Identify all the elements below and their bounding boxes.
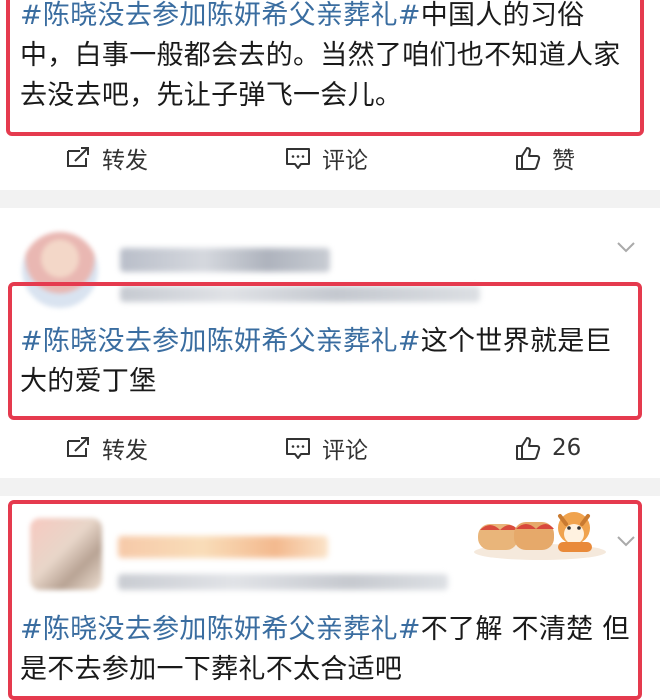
post-3-hashtag[interactable]: #陈晓没去参加陈妍希父亲葬礼# (20, 614, 421, 645)
repost-icon (67, 437, 89, 457)
chevron-down-icon[interactable] (616, 534, 636, 548)
chevron-down-icon[interactable] (616, 240, 636, 254)
post-1-text: #陈晓没去参加陈妍希父亲葬礼#中国人的习俗 中，白事一般都会去的。当然了咱们也不… (20, 0, 621, 111)
feed-divider (0, 478, 660, 496)
like-icon (516, 437, 541, 460)
post-1-hashtag[interactable]: #陈晓没去参加陈妍希父亲葬礼# (20, 0, 421, 31)
comment-icon (286, 438, 310, 459)
post-2-text: #陈晓没去参加陈妍希父亲葬礼#这个世界就是巨 大的爱丁堡 (20, 326, 612, 397)
username-blurred[interactable] (118, 536, 328, 558)
like-count: 26 (552, 435, 582, 461)
like-button[interactable]: 赞 (514, 138, 575, 178)
username-blurred[interactable] (120, 248, 330, 272)
post-1-actions: 转发 评论 赞 (0, 138, 660, 178)
like-button[interactable]: 26 (514, 428, 581, 468)
repost-icon (67, 147, 89, 167)
like-icon (516, 147, 541, 170)
post-3-text: #陈晓没去参加陈妍希父亲葬礼#不了解 不清楚 但 是不去参加一下葬礼不太合适吧 (20, 614, 630, 685)
feed-divider (0, 190, 660, 208)
post-2-hashtag[interactable]: #陈晓没去参加陈妍希父亲葬礼# (20, 326, 421, 357)
post-meta-blurred (118, 574, 448, 590)
avatar[interactable] (30, 518, 102, 590)
repost-button[interactable]: 转发 (64, 138, 148, 178)
comment-button[interactable]: 评论 (284, 428, 368, 468)
repost-button[interactable]: 转发 (64, 428, 148, 468)
comment-icon (286, 148, 310, 169)
sticker-image (474, 512, 606, 560)
post-2-actions: 转发 评论 26 (0, 428, 660, 468)
comment-button[interactable]: 评论 (284, 138, 368, 178)
